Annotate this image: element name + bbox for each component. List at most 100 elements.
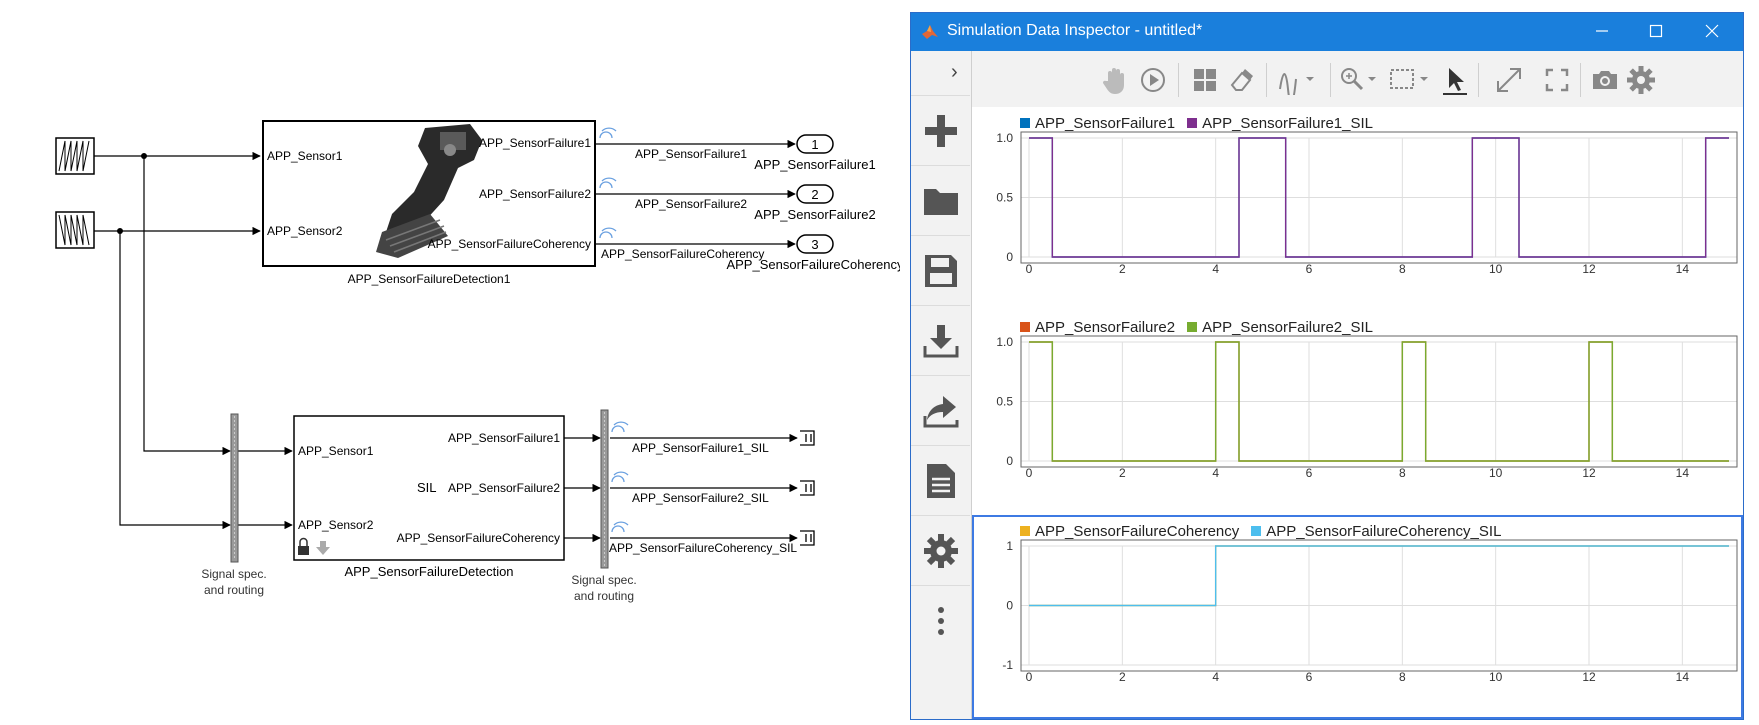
- sawtooth-source-2[interactable]: [55, 211, 95, 249]
- matlab-logo-icon: [922, 25, 938, 39]
- top-signal-label-1: APP_SensorFailure1: [635, 147, 747, 161]
- plot-2[interactable]: APP_SensorFailure2 APP_SensorFailure2_SI…: [972, 311, 1743, 515]
- bottom-signal-label-3: APP_SensorFailureCoherency_SIL: [609, 541, 797, 555]
- pan-icon[interactable]: [1100, 65, 1130, 95]
- toolbar-separator: [1330, 63, 1331, 97]
- more-icon: [937, 607, 944, 635]
- routing-label-1b: and routing: [204, 583, 264, 597]
- x-tick-label: 14: [1676, 466, 1690, 480]
- simulation-data-inspector-window: Simulation Data Inspector - untitled* ›: [910, 12, 1744, 720]
- terminator-2[interactable]: [800, 480, 815, 496]
- x-tick-label: 0: [1026, 670, 1033, 684]
- import-button[interactable]: [911, 305, 970, 376]
- toolbar-separator: [1178, 63, 1179, 97]
- cursor-icon[interactable]: [1440, 65, 1470, 95]
- terminator-1[interactable]: [800, 430, 815, 446]
- title-bar[interactable]: Simulation Data Inspector - untitled*: [911, 13, 1743, 51]
- top-output-label-3: APP_SensorFailureCoherency: [428, 237, 591, 251]
- x-tick-label: 10: [1489, 670, 1503, 684]
- bottom-subsystem-block[interactable]: APP_Sensor1 APP_Sensor2 APP_SensorFailur…: [293, 415, 565, 561]
- outport-1-name: APP_SensorFailure1: [754, 157, 875, 172]
- axes-2[interactable]: 0 2 4 6 8 10 12 14 0 0.5 1.0: [972, 311, 1743, 515]
- y-tick-label: 0: [1006, 250, 1013, 264]
- close-icon: [1705, 24, 1719, 38]
- report-icon: [926, 464, 955, 498]
- y-tick-label: 0: [1006, 454, 1013, 468]
- import-icon: [923, 325, 958, 358]
- more-button[interactable]: [911, 585, 970, 656]
- layout-icon[interactable]: [1190, 65, 1220, 95]
- routing-label-1a: Signal spec.: [201, 567, 266, 581]
- zoom-icon[interactable]: [1338, 65, 1382, 95]
- x-tick-label: 8: [1399, 262, 1406, 276]
- x-tick-label: 4: [1212, 670, 1219, 684]
- maximize-button[interactable]: [1629, 13, 1683, 51]
- minimize-button[interactable]: [1575, 13, 1629, 51]
- top-signal-label-2: APP_SensorFailure2: [635, 197, 747, 211]
- top-output-label-1: APP_SensorFailure1: [479, 136, 591, 150]
- erase-icon[interactable]: [1226, 65, 1256, 95]
- settings-button[interactable]: [911, 515, 970, 586]
- x-tick-label: 6: [1306, 262, 1313, 276]
- top-output-label-2: APP_SensorFailure2: [479, 187, 591, 201]
- sil-tag: SIL: [417, 480, 437, 495]
- x-tick-label: 14: [1676, 670, 1690, 684]
- replay-icon[interactable]: [1138, 65, 1168, 95]
- outport-2[interactable]: 2: [796, 184, 834, 204]
- series-line-2: [1029, 545, 1729, 607]
- signal-routing-bar-2[interactable]: [600, 409, 609, 569]
- y-tick-label: -1: [1002, 658, 1013, 672]
- chevron-right-icon[interactable]: ›: [951, 61, 958, 84]
- gear-icon[interactable]: [1626, 65, 1656, 95]
- axes-3[interactable]: 0 2 4 6 8 10 12 14 -1 0 1: [972, 515, 1743, 719]
- x-tick-label: 0: [1026, 466, 1033, 480]
- axes-1[interactable]: 0 2 4 6 8 10 12 14 0 0.5 1.0: [972, 107, 1743, 311]
- svg-text:1: 1: [811, 137, 818, 152]
- x-tick-label: 8: [1399, 670, 1406, 684]
- x-tick-label: 10: [1489, 262, 1503, 276]
- plot-1[interactable]: APP_SensorFailure1 APP_SensorFailure1_SI…: [972, 107, 1743, 311]
- routing-label-2b: and routing: [574, 589, 634, 603]
- signal-routing-bar-1[interactable]: [230, 413, 239, 563]
- settings-icon: [923, 534, 958, 568]
- top-input-label-2: APP_Sensor2: [267, 224, 343, 238]
- x-tick-label: 14: [1676, 262, 1690, 276]
- y-tick-label: 1.0: [996, 335, 1013, 349]
- sawtooth-source-1[interactable]: [55, 137, 95, 175]
- svg-text:2: 2: [811, 187, 818, 202]
- y-tick-label: 0: [1006, 599, 1013, 613]
- expand-icon[interactable]: [1494, 65, 1524, 95]
- fullscreen-icon[interactable]: [1542, 65, 1572, 95]
- toolbar-separator: [1478, 63, 1479, 97]
- svg-text:3: 3: [811, 237, 818, 252]
- bottom-block-name: APP_SensorFailureDetection: [344, 564, 513, 579]
- branch-point-2: [117, 228, 123, 234]
- fit-icon[interactable]: [1388, 65, 1432, 95]
- top-input-label-1: APP_Sensor1: [267, 149, 343, 163]
- x-tick-label: 2: [1119, 670, 1126, 684]
- toolbar-separator: [1266, 63, 1267, 97]
- share-button[interactable]: [911, 375, 970, 446]
- signal-icon[interactable]: [1276, 65, 1320, 95]
- bottom-output-label-1: APP_SensorFailure1: [448, 431, 560, 445]
- x-tick-label: 4: [1212, 466, 1219, 480]
- bottom-signal-label-2: APP_SensorFailure2_SIL: [632, 491, 769, 505]
- top-block-name: APP_SensorFailureDetection1: [348, 272, 511, 286]
- report-button[interactable]: [911, 445, 970, 516]
- share-icon: [923, 396, 958, 428]
- x-tick-label: 12: [1582, 670, 1596, 684]
- save-button[interactable]: [911, 235, 970, 306]
- left-sidebar: ›: [911, 51, 972, 719]
- close-button[interactable]: [1685, 13, 1739, 51]
- outport-3[interactable]: 3: [796, 234, 834, 254]
- plot-area: APP_SensorFailure1 APP_SensorFailure1_SI…: [972, 107, 1743, 719]
- camera-icon[interactable]: [1590, 65, 1620, 95]
- bottom-input-label-2: APP_Sensor2: [298, 518, 374, 532]
- outport-1[interactable]: 1: [796, 134, 834, 154]
- plot-3[interactable]: APP_SensorFailureCoherency APP_SensorFai…: [972, 515, 1743, 719]
- terminator-3[interactable]: [800, 530, 815, 546]
- open-button[interactable]: [911, 165, 970, 236]
- new-button[interactable]: [911, 95, 970, 166]
- toolbar-separator: [1580, 63, 1581, 97]
- top-subsystem-block[interactable]: APP_Sensor1 APP_Sensor2 APP_SensorFailur…: [262, 120, 596, 267]
